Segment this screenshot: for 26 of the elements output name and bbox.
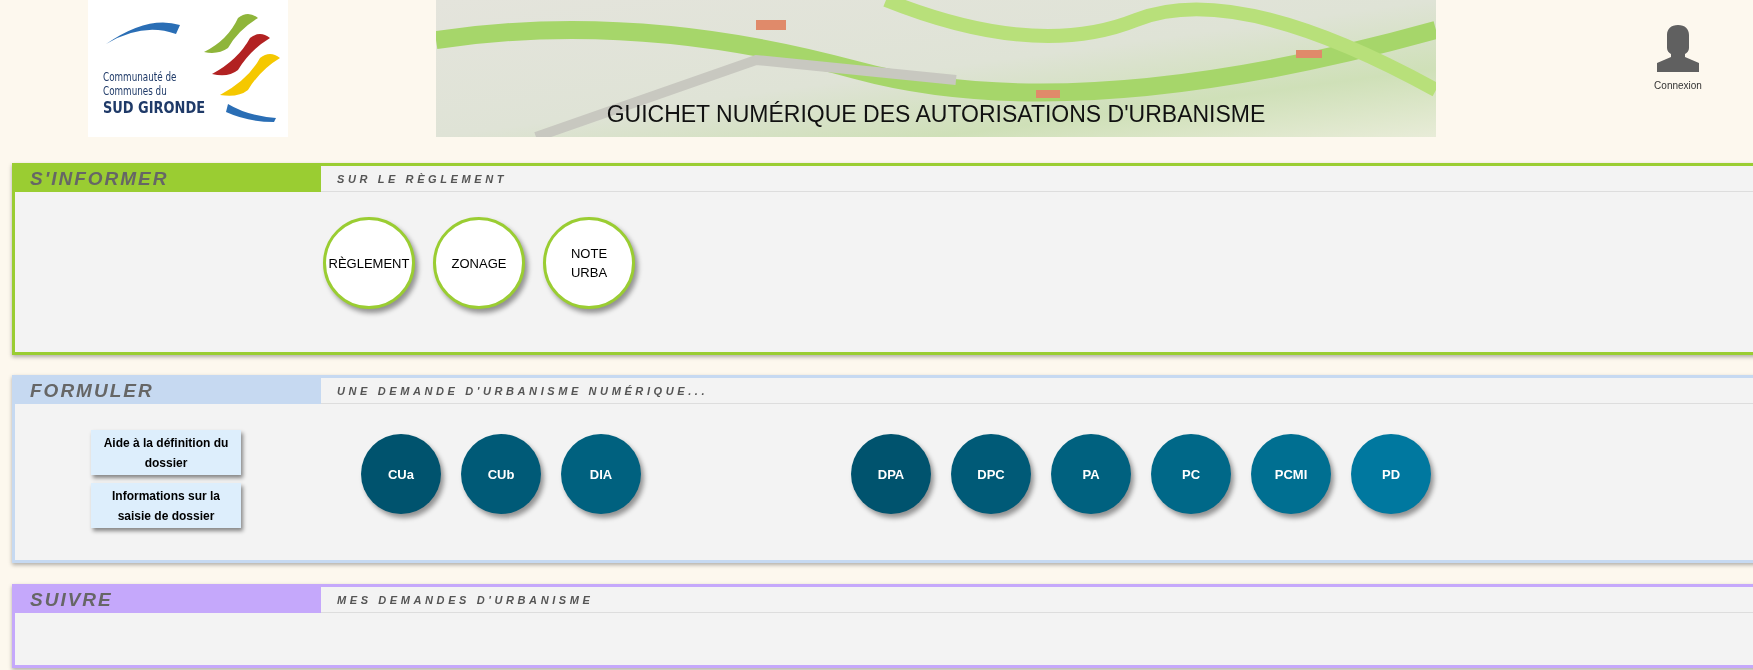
form-type-button[interactable]: PCMI — [1251, 434, 1331, 514]
info-circle-button[interactable]: RÈGLEMENT — [323, 217, 415, 309]
form-type-button[interactable]: CUb — [461, 434, 541, 514]
login-link[interactable]: Connexion — [1654, 80, 1702, 91]
section-subtitle: UNE DEMANDE D'URBANISME NUMÉRIQUE... — [321, 378, 1753, 404]
form-type-button[interactable]: PC — [1151, 434, 1231, 514]
section-subtitle: SUR LE RÈGLEMENT — [321, 166, 1753, 192]
info-circle-button[interactable]: ZONAGE — [433, 217, 525, 309]
logo-text: Communes du — [103, 84, 168, 98]
form-type-button[interactable]: DPC — [951, 434, 1031, 514]
page-title: GUICHET NUMÉRIQUE DES AUTORISATIONS D'URBANISME — [606, 101, 1266, 128]
info-circle-button[interactable]: NOTE URBA — [543, 217, 635, 309]
form-type-button[interactable]: PA — [1051, 434, 1131, 514]
help-button[interactable]: Informations sur la saisie de dossier — [91, 483, 241, 528]
section-title: S'INFORMER — [15, 166, 321, 192]
form-type-button[interactable]: DIA — [561, 434, 641, 514]
user-icon[interactable] — [1654, 24, 1702, 72]
form-type-button[interactable]: DPA — [851, 434, 931, 514]
section-subtitle: MES DEMANDES D'URBANISME — [321, 587, 1753, 613]
form-type-button[interactable]: CUa — [361, 434, 441, 514]
section-title: SUIVRE — [15, 587, 321, 613]
form-type-button[interactable]: PD — [1351, 434, 1431, 514]
section-title: FORMULER — [15, 378, 321, 404]
help-button[interactable]: Aide à la définition du dossier — [91, 430, 241, 475]
logo-text: SUD GIRONDE — [103, 98, 205, 118]
logo-text: Communauté de — [103, 70, 178, 84]
